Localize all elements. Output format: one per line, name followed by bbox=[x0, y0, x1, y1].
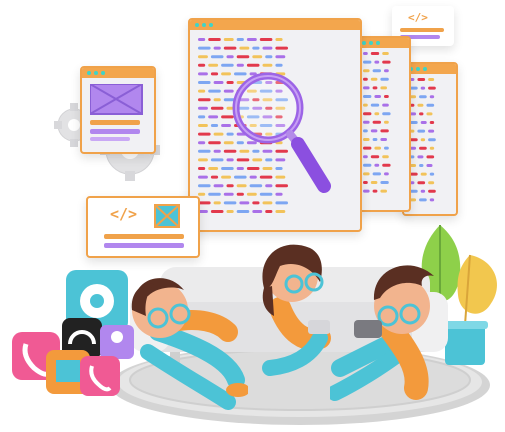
character-right bbox=[330, 265, 434, 401]
image-icon bbox=[90, 84, 143, 141]
developers-illustration: </> </> bbox=[0, 0, 505, 432]
code-icon: </> bbox=[110, 205, 138, 223]
code-icon: </> bbox=[408, 11, 428, 24]
code-window-back-1 bbox=[355, 36, 411, 212]
gear-icon bbox=[80, 284, 114, 318]
magnifier-icon bbox=[232, 72, 331, 193]
character-left bbox=[131, 278, 248, 410]
image-icon bbox=[154, 204, 180, 228]
image-icon bbox=[56, 360, 80, 382]
code-image-card: </> bbox=[86, 196, 200, 258]
image-window bbox=[80, 66, 156, 154]
